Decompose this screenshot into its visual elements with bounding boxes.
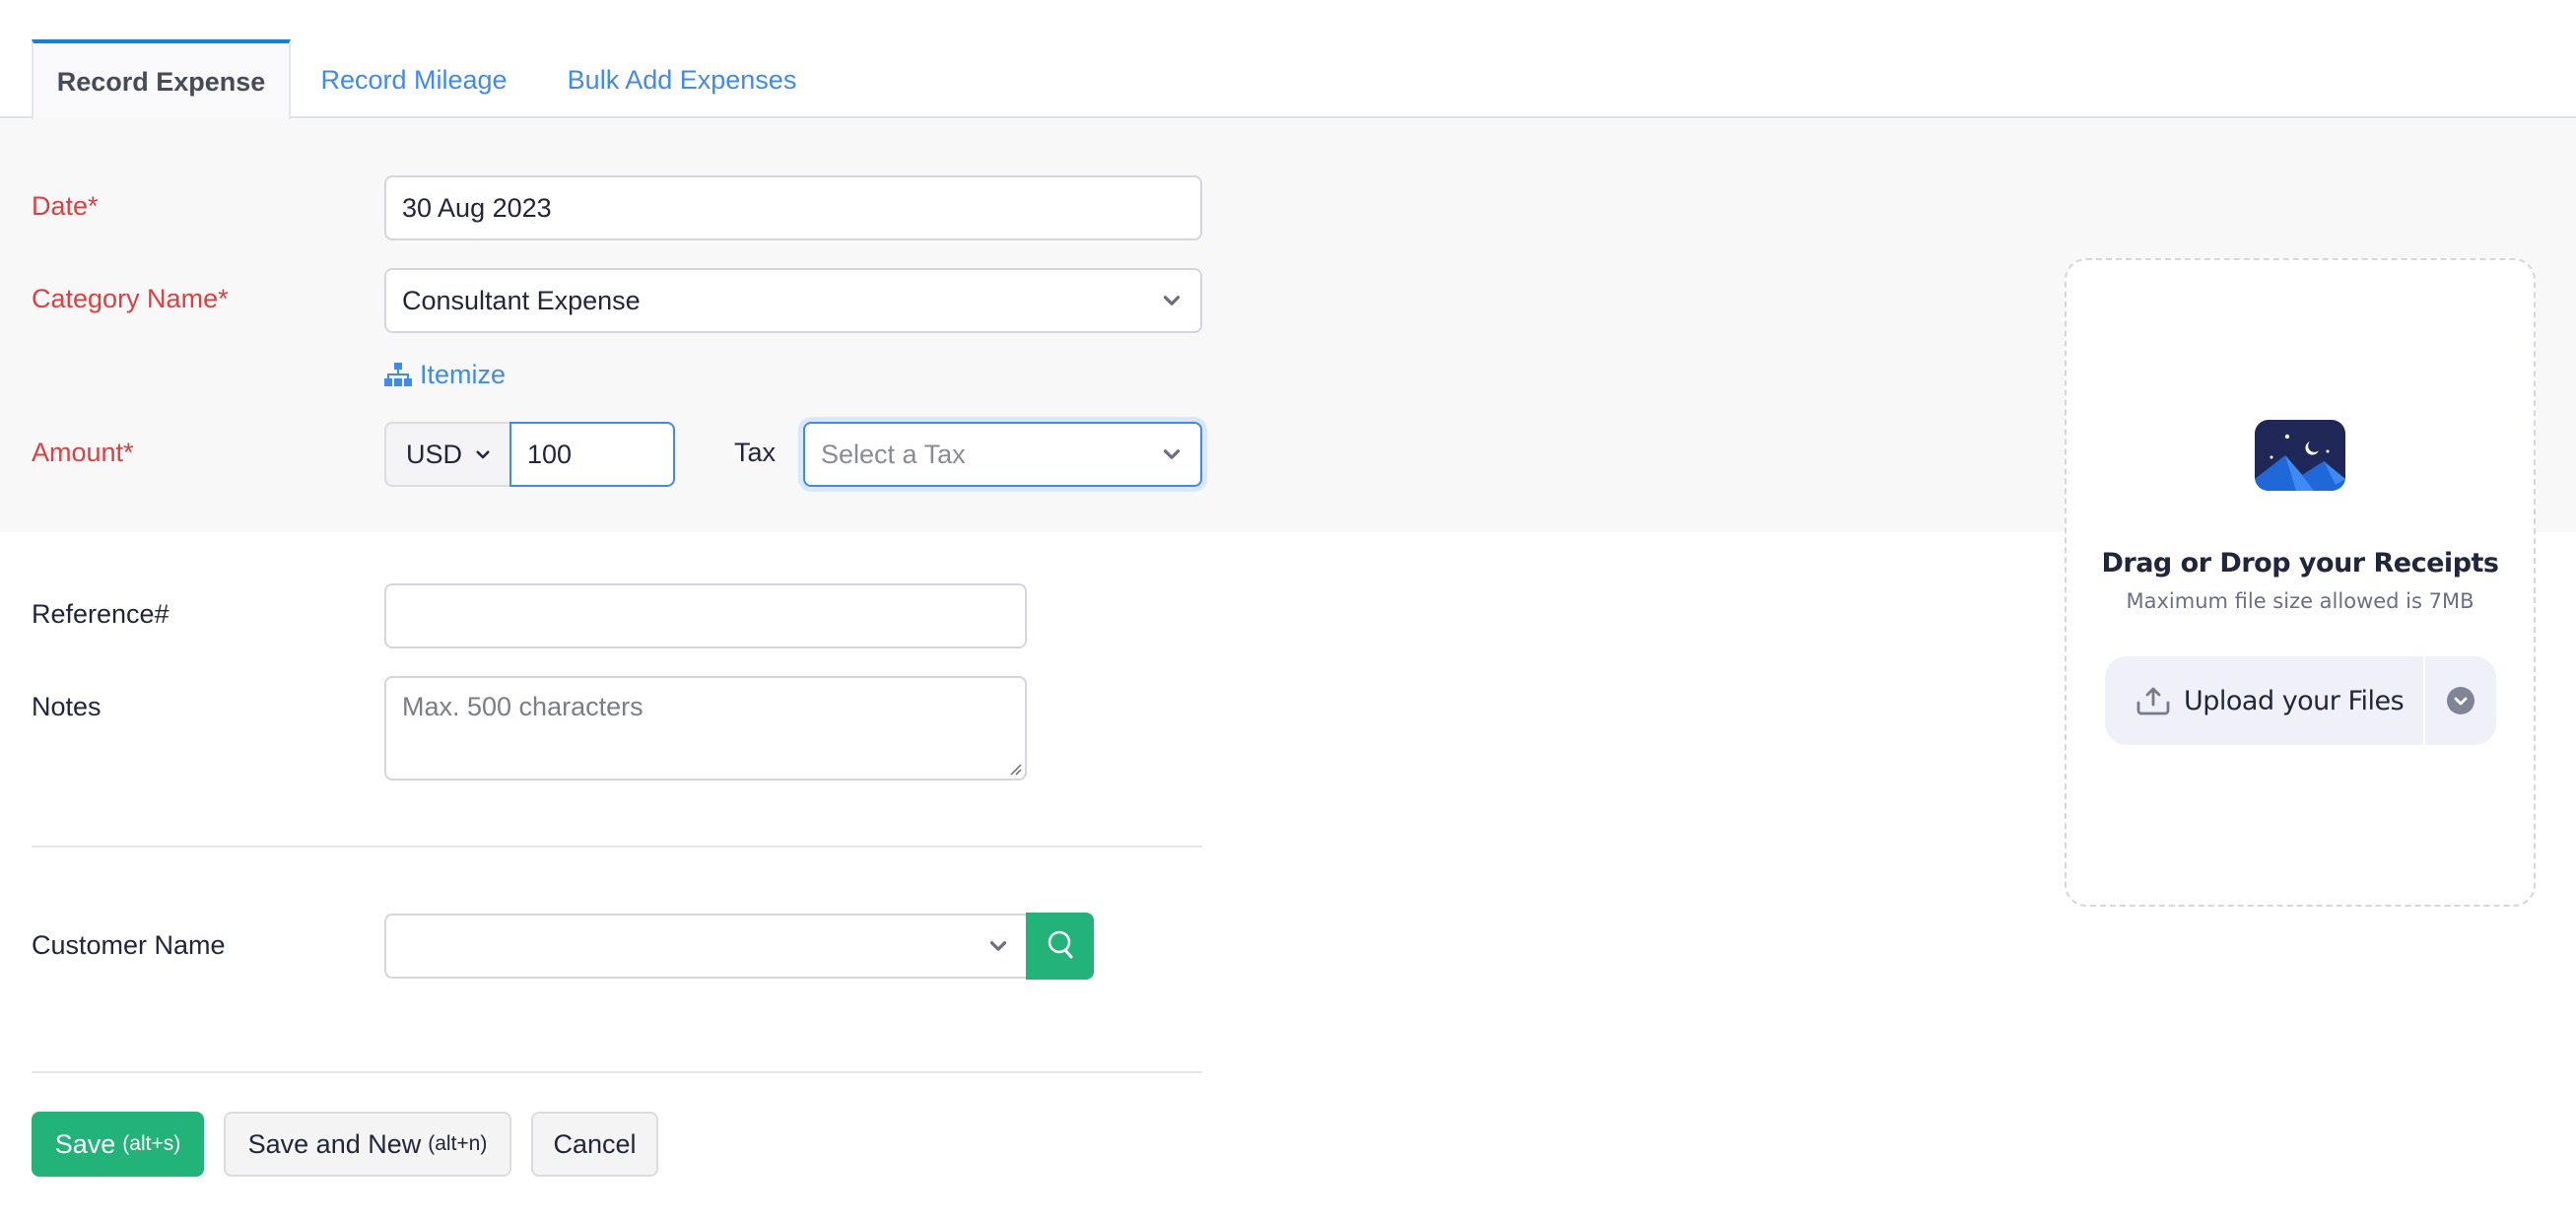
tab-bulk-add-expenses[interactable]: Bulk Add Expenses	[564, 39, 800, 120]
date-label: Date*	[32, 191, 99, 221]
category-value: Consultant Expense	[402, 285, 641, 315]
amount-value: 100	[527, 439, 573, 469]
itemize-link[interactable]: Itemize	[384, 357, 506, 392]
reference-input[interactable]	[384, 583, 1027, 648]
upload-icon	[2136, 687, 2170, 715]
upload-files-button[interactable]: Upload your Files	[2105, 656, 2423, 745]
notes-placeholder: Max. 500 characters	[402, 692, 644, 721]
chevron-down-icon	[476, 450, 490, 459]
upload-options-dropdown[interactable]	[2425, 656, 2496, 745]
search-icon	[1048, 930, 1072, 959]
chevron-down-icon	[1163, 296, 1181, 306]
save-and-new-label: Save and New	[247, 1128, 422, 1159]
cancel-button[interactable]: Cancel	[531, 1112, 658, 1177]
tab-bar: Record Expense Record Mileage Bulk Add E…	[0, 0, 2576, 120]
tax-select[interactable]: Select a Tax	[803, 422, 1202, 487]
hierarchy-icon	[384, 363, 412, 386]
amount-input[interactable]: 100	[509, 422, 675, 487]
save-button[interactable]: Save (alt+s)	[32, 1112, 204, 1177]
tax-placeholder: Select a Tax	[821, 439, 966, 469]
tab-record-mileage[interactable]: Record Mileage	[315, 39, 512, 120]
notes-label: Notes	[32, 692, 102, 721]
category-select[interactable]: Consultant Expense	[384, 268, 1202, 333]
section-divider	[32, 846, 1202, 848]
reference-label: Reference#	[32, 599, 169, 629]
chevron-down-icon	[1163, 449, 1181, 459]
save-label: Save	[54, 1128, 116, 1159]
itemize-label: Itemize	[420, 359, 507, 389]
tax-label: Tax	[734, 438, 777, 467]
dropzone-title: Drag or Drop your Receipts	[2101, 548, 2499, 578]
category-label: Category Name*	[32, 284, 229, 313]
date-value: 30 Aug 2023	[402, 192, 552, 223]
notes-textarea[interactable]: Max. 500 characters	[384, 676, 1027, 781]
cancel-label: Cancel	[553, 1128, 637, 1159]
tab-record-expense[interactable]: Record Expense	[32, 39, 291, 120]
currency-value: USD	[406, 439, 463, 469]
customer-select[interactable]	[384, 914, 1027, 979]
resize-handle-icon[interactable]	[1008, 762, 1022, 776]
chevron-down-circle-icon	[2447, 687, 2474, 714]
save-and-new-button[interactable]: Save and New (alt+n)	[224, 1112, 511, 1177]
chevron-down-icon	[989, 941, 1007, 951]
save-shortcut: (alt+s)	[122, 1132, 181, 1155]
receipt-dropzone[interactable]: Drag or Drop your Receipts Maximum file …	[2065, 258, 2536, 907]
upload-files-split-button: Upload your Files	[2105, 656, 2496, 745]
dropzone-subtitle: Maximum file size allowed is 7MB	[2126, 589, 2474, 613]
date-input[interactable]: 30 Aug 2023	[384, 175, 1202, 240]
receipt-image-icon	[2255, 420, 2345, 491]
customer-label: Customer Name	[32, 930, 226, 960]
customer-search-button[interactable]	[1026, 913, 1094, 980]
section-divider	[32, 1071, 1202, 1073]
currency-select[interactable]: USD	[384, 422, 510, 487]
amount-label: Amount*	[32, 438, 134, 467]
save-and-new-shortcut: (alt+n)	[428, 1132, 488, 1155]
upload-files-label: Upload your Files	[2184, 685, 2405, 716]
